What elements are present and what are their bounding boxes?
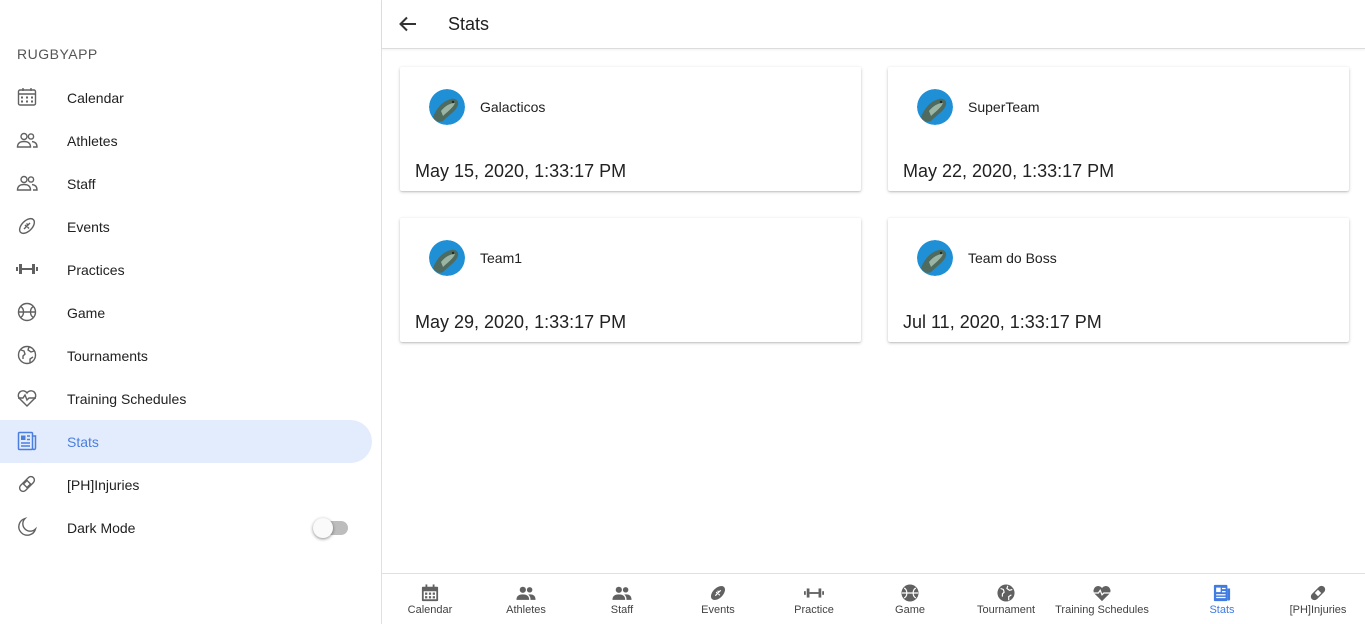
bandage-icon <box>1308 583 1328 603</box>
stat-date: May 15, 2020, 1:33:17 PM <box>415 161 627 181</box>
bottom-nav-injuries[interactable]: [PH]Injuries <box>1270 574 1365 624</box>
dark-mode-toggle[interactable] <box>313 518 348 538</box>
team-avatar <box>429 89 465 125</box>
bottom-nav-label: Game <box>895 604 925 616</box>
app-root: RUGBYAPP Calendar Athletes Staff Events … <box>0 0 1365 624</box>
bottom-nav-label: Events <box>701 604 735 616</box>
bottom-nav-label: Calendar <box>407 604 453 616</box>
sidebar-item-label: Training Schedules <box>67 390 187 407</box>
sidebar-item-label: Practices <box>67 261 125 278</box>
top-app-bar: Stats <box>382 0 1365 49</box>
people-icon <box>16 172 38 194</box>
dumbbell-icon <box>16 258 38 280</box>
globe-icon <box>996 583 1016 603</box>
bottom-nav-game[interactable]: Game <box>862 574 958 624</box>
football-icon <box>16 215 38 237</box>
bandage-icon <box>16 473 38 495</box>
team-avatar <box>429 240 465 276</box>
bottom-nav-label: Athletes <box>506 604 546 616</box>
football-icon <box>708 583 728 603</box>
bottom-navigation: Calendar Athletes Staff Events Practice … <box>382 573 1365 624</box>
bottom-nav-label: Staff <box>610 604 634 616</box>
sidebar-item-events[interactable]: Events <box>0 205 372 248</box>
stat-date: May 22, 2020, 1:33:17 PM <box>903 161 1115 181</box>
bottom-nav-label: Tournament <box>976 604 1036 616</box>
sidebar-item-staff[interactable]: Staff <box>0 162 372 205</box>
stats-card[interactable]: Team do Boss Jul 11, 2020, 1:33:17 PM <box>888 218 1349 342</box>
bottom-nav-tournament[interactable]: Tournament <box>958 574 1054 624</box>
moon-icon <box>16 516 38 538</box>
team-name: Galacticos <box>480 99 546 115</box>
sidebar-item-calendar[interactable]: Calendar <box>0 76 372 119</box>
sidebar-item-label: Athletes <box>67 132 118 149</box>
arrow-back-icon[interactable] <box>396 12 420 36</box>
ball-icon <box>900 583 920 603</box>
page-title: Stats <box>448 14 490 34</box>
sidebar: RUGBYAPP Calendar Athletes Staff Events … <box>0 0 382 624</box>
team-name: SuperTeam <box>968 99 1040 115</box>
team-avatar <box>917 89 953 125</box>
globe-icon <box>16 344 38 366</box>
newspaper-icon <box>1212 583 1232 603</box>
sidebar-item-tournaments[interactable]: Tournaments <box>0 334 372 377</box>
stat-date: May 29, 2020, 1:33:17 PM <box>415 312 627 332</box>
calendar-icon <box>420 583 440 603</box>
sidebar-item-training-schedules[interactable]: Training Schedules <box>0 377 372 420</box>
stats-card[interactable]: SuperTeam May 22, 2020, 1:33:17 PM <box>888 67 1349 191</box>
sidebar-menu: Calendar Athletes Staff Events Practices… <box>0 76 381 549</box>
bottom-nav-label: Practice <box>794 604 834 616</box>
sidebar-item-athletes[interactable]: Athletes <box>0 119 372 162</box>
sidebar-item-injuries[interactable]: [PH]Injuries <box>0 463 372 506</box>
bottom-nav-athletes[interactable]: Athletes <box>478 574 574 624</box>
people-icon <box>16 129 38 151</box>
sidebar-item-label: Staff <box>67 175 96 192</box>
stats-card[interactable]: Team1 May 29, 2020, 1:33:17 PM <box>400 218 861 342</box>
sidebar-item-label: Tournaments <box>67 347 148 364</box>
bottom-nav-stats[interactable]: Stats <box>1174 574 1270 624</box>
heart-pulse-icon <box>1092 583 1112 603</box>
ball-icon <box>16 301 38 323</box>
bottom-nav-label: [PH]Injuries <box>1289 604 1347 616</box>
sidebar-item-practices[interactable]: Practices <box>0 248 372 291</box>
team-name: Team do Boss <box>968 250 1057 266</box>
stats-list: Galacticos May 15, 2020, 1:33:17 PM Supe… <box>382 50 1365 573</box>
bottom-nav-training-schedules[interactable]: Training Schedules <box>1054 574 1150 624</box>
app-name: RUGBYAPP <box>17 46 98 62</box>
sidebar-item-game[interactable]: Game <box>0 291 372 334</box>
bottom-nav-label: Stats <box>1209 604 1235 616</box>
bottom-nav-staff[interactable]: Staff <box>574 574 670 624</box>
sidebar-item-label: [PH]Injuries <box>67 476 140 493</box>
heart-pulse-icon <box>16 387 38 409</box>
people-icon <box>612 583 632 603</box>
calendar-icon <box>16 86 38 108</box>
sidebar-item-label: Stats <box>67 433 99 450</box>
sidebar-item-stats[interactable]: Stats <box>0 420 372 463</box>
bottom-nav-events[interactable]: Events <box>670 574 766 624</box>
team-avatar <box>917 240 953 276</box>
team-name: Team1 <box>480 250 523 266</box>
people-icon <box>516 583 536 603</box>
sidebar-item-label: Events <box>67 218 110 235</box>
stats-card[interactable]: Galacticos May 15, 2020, 1:33:17 PM <box>400 67 861 191</box>
bottom-nav-label: Training Schedules <box>1055 604 1149 616</box>
sidebar-item-label: Game <box>67 304 106 321</box>
dumbbell-icon <box>804 583 824 603</box>
bottom-nav-calendar[interactable]: Calendar <box>382 574 478 624</box>
sidebar-item-dark-mode: Dark Mode <box>0 506 372 549</box>
dark-mode-label: Dark Mode <box>67 519 136 536</box>
toggle-thumb <box>313 518 333 538</box>
sidebar-item-label: Calendar <box>67 89 124 106</box>
newspaper-icon <box>16 430 38 452</box>
stat-date: Jul 11, 2020, 1:33:17 PM <box>903 312 1102 332</box>
bottom-nav-practice[interactable]: Practice <box>766 574 862 624</box>
